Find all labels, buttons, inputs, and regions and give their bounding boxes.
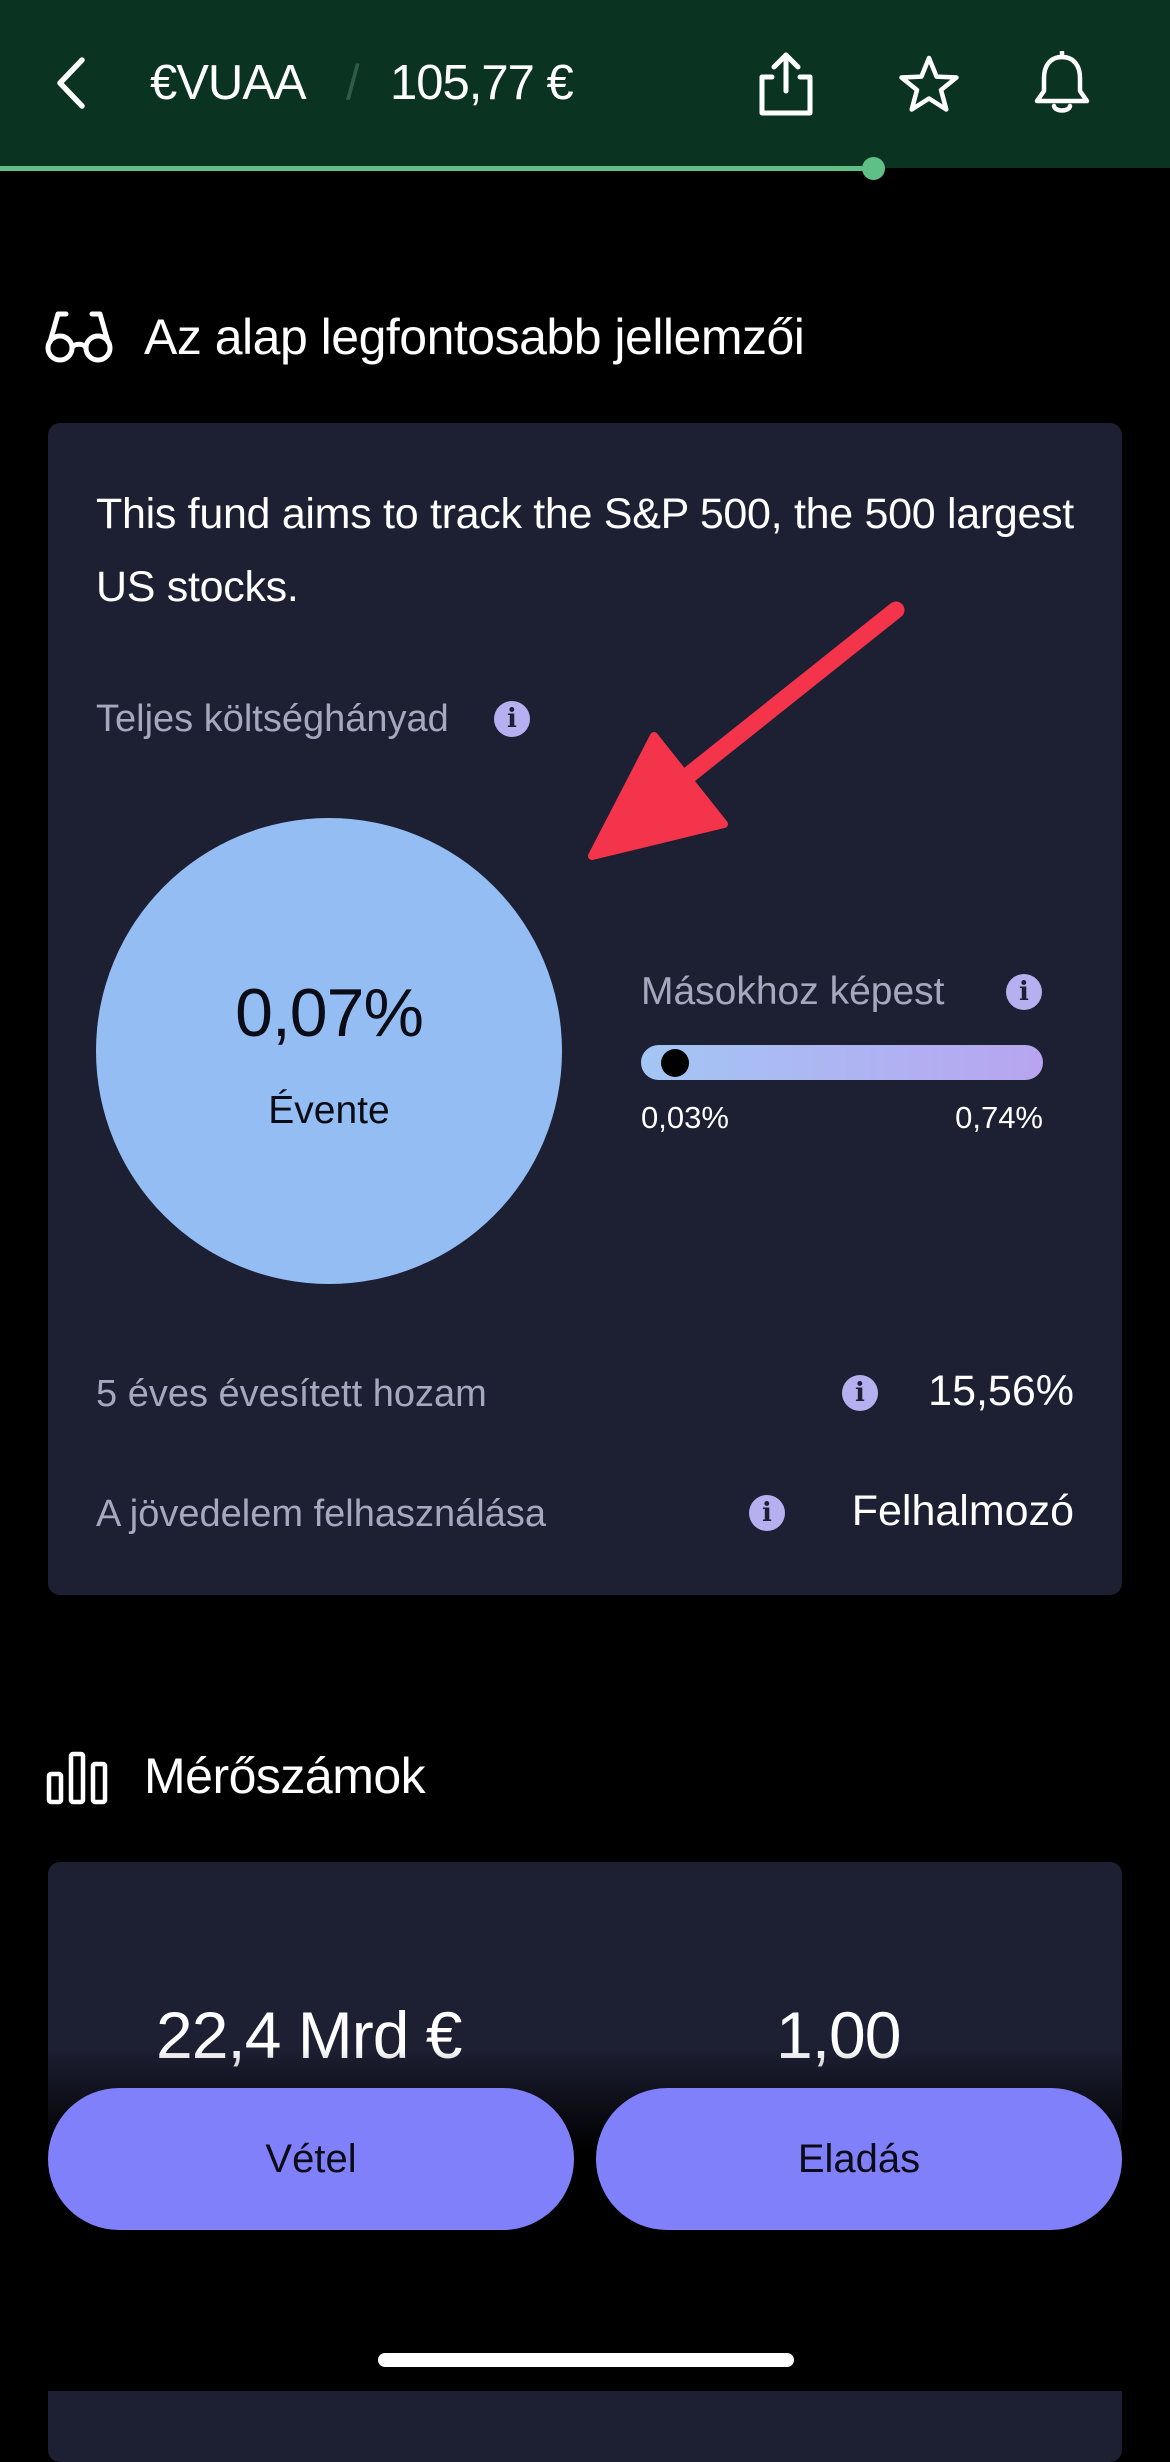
scroll-progress-handle [862, 157, 885, 180]
share-icon [759, 52, 813, 116]
comparison-max: 0,74% [955, 1100, 1043, 1135]
five-year-return-info-icon[interactable]: i [842, 1375, 878, 1411]
share-button[interactable] [746, 42, 826, 126]
comparison-marker [661, 1049, 689, 1077]
income-use-value: Felhalmozó [851, 1487, 1074, 1535]
title-separator: / [346, 56, 360, 110]
glasses-icon [45, 311, 113, 363]
income-use-label: A jövedelem felhasználása [96, 1493, 546, 1535]
bar-chart-icon [46, 1751, 108, 1805]
ter-period: Évente [268, 1089, 390, 1132]
buy-button[interactable]: Vétel [48, 2088, 574, 2230]
comparison-info-icon[interactable]: i [1006, 974, 1042, 1010]
scroll-progress-track [0, 166, 874, 171]
comparison-range-bar [641, 1045, 1043, 1080]
five-year-return-label: 5 éves évesített hozam [96, 1373, 487, 1415]
price-alert-button[interactable] [1022, 42, 1102, 126]
back-button[interactable] [44, 48, 100, 118]
home-indicator[interactable] [378, 2353, 794, 2367]
favorite-button[interactable] [889, 42, 969, 126]
annotation-arrow [588, 601, 905, 860]
bell-icon [1034, 51, 1090, 113]
comparison-min: 0,03% [641, 1100, 729, 1135]
ter-label: Teljes költséghányad [96, 698, 449, 740]
key-features-title: Az alap legfontosabb jellemzői [144, 309, 805, 365]
comparison-label: Másokhoz képest [641, 970, 945, 1013]
ticker-symbol: €VUAA [150, 56, 307, 110]
income-use-info-icon[interactable]: i [749, 1495, 785, 1531]
chevron-left-icon [57, 57, 85, 109]
star-icon [899, 55, 959, 112]
current-price: 105,77 € [390, 56, 574, 110]
ter-info-icon[interactable]: i [494, 701, 530, 737]
sell-button[interactable]: Eladás [596, 2088, 1122, 2230]
metrics-title: Mérőszámok [144, 1748, 426, 1804]
five-year-return-value: 15,56% [928, 1367, 1074, 1415]
ter-value: 0,07% [235, 975, 424, 1051]
